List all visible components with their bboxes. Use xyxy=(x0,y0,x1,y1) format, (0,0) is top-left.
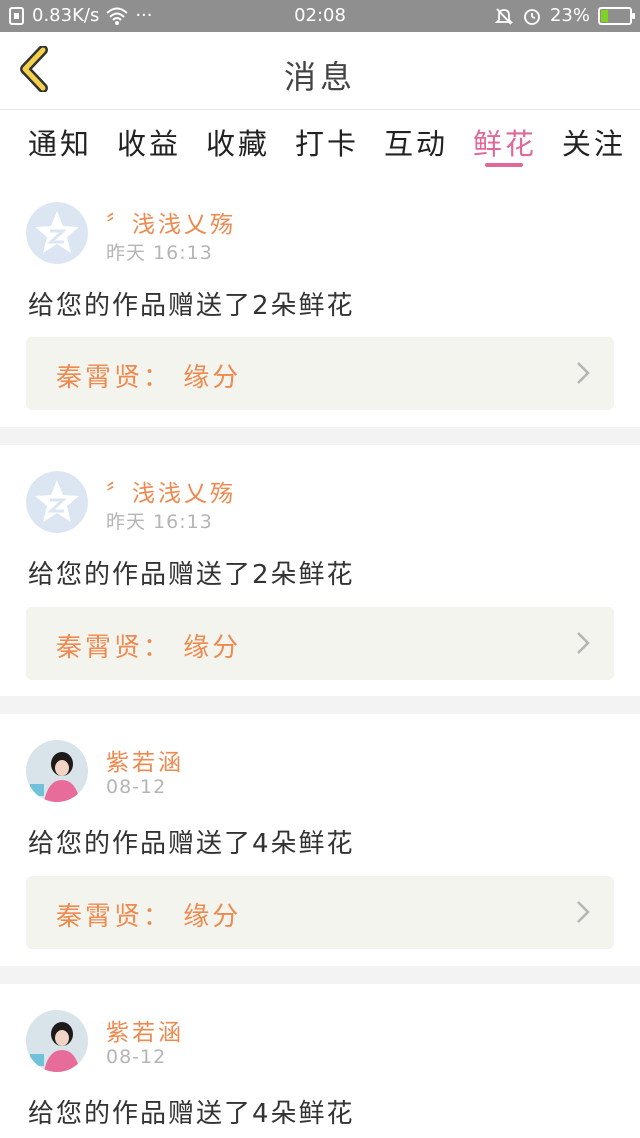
tab-flowers[interactable]: 鲜花 xyxy=(473,111,537,173)
photo-avatar[interactable] xyxy=(26,1010,88,1072)
list-item: 紫若涵 08-12 给您的作品赠送了4朵鲜花 xyxy=(0,984,640,1138)
tab-label: 关注 xyxy=(561,127,626,161)
chevron-right-icon xyxy=(576,631,590,659)
username[interactable]: 〞浅浅乂殇 xyxy=(106,474,236,508)
default-star-avatar[interactable] xyxy=(26,202,88,264)
work-link[interactable]: 秦霄贤： 缘分 xyxy=(26,876,614,949)
work-title: 秦霄贤： 缘分 xyxy=(56,363,242,393)
tab-label: 收益 xyxy=(116,127,181,161)
tab-label: 通知 xyxy=(28,127,93,161)
default-star-avatar[interactable] xyxy=(26,471,88,533)
timestamp: 昨天 16:13 xyxy=(106,511,213,533)
divider xyxy=(0,966,640,984)
username[interactable]: 紫若涵 xyxy=(106,743,184,777)
tab-notifications[interactable]: 通知 xyxy=(28,111,92,173)
timestamp: 08-12 xyxy=(106,1046,167,1068)
battery-percent: 23% xyxy=(549,5,590,26)
header: 消息 xyxy=(0,32,640,110)
list-item: 〞浅浅乂殇 昨天 16:13 给您的作品赠送了2朵鲜花 秦霄贤： 缘分 xyxy=(0,173,640,427)
username[interactable]: 紫若涵 xyxy=(106,1013,184,1047)
work-title: 秦霄贤： 缘分 xyxy=(56,633,242,663)
timestamp: 08-12 xyxy=(106,776,167,798)
page-title: 消息 xyxy=(283,58,356,96)
chevron-right-icon xyxy=(576,900,590,928)
mute-icon xyxy=(494,6,514,26)
photo-avatar[interactable] xyxy=(26,740,88,802)
list-item: 〞浅浅乂殇 昨天 16:13 给您的作品赠送了2朵鲜花 秦霄贤： 缘分 xyxy=(0,445,640,696)
tab-label: 收藏 xyxy=(205,127,270,161)
battery-icon xyxy=(598,6,635,25)
tab-label: 打卡 xyxy=(294,127,359,161)
message-text: 给您的作品赠送了2朵鲜花 xyxy=(28,560,355,590)
tab-earnings[interactable]: 收益 xyxy=(117,111,181,173)
tab-favorites[interactable]: 收藏 xyxy=(206,111,270,173)
status-right: 23% xyxy=(494,5,635,26)
work-link[interactable]: 秦霄贤： 缘分 xyxy=(26,337,614,410)
alarm-icon xyxy=(522,6,542,26)
chevron-right-icon xyxy=(576,361,590,389)
timestamp: 昨天 16:13 xyxy=(106,242,213,264)
tab-bar: 通知 收益 收藏 打卡 互动 鲜花 关注 xyxy=(0,111,640,173)
divider xyxy=(0,696,640,714)
message-text: 给您的作品赠送了4朵鲜花 xyxy=(28,829,355,859)
tab-checkin[interactable]: 打卡 xyxy=(295,111,359,173)
username[interactable]: 〞浅浅乂殇 xyxy=(106,205,236,239)
tab-label: 互动 xyxy=(383,127,448,161)
tab-following[interactable]: 关注 xyxy=(562,111,626,173)
work-link[interactable]: 秦霄贤： 缘分 xyxy=(26,607,614,680)
divider xyxy=(0,427,640,445)
active-tab-indicator xyxy=(484,163,523,167)
work-title: 秦霄贤： 缘分 xyxy=(56,902,242,932)
message-text: 给您的作品赠送了4朵鲜花 xyxy=(28,1099,355,1129)
list-item: 紫若涵 08-12 给您的作品赠送了4朵鲜花 秦霄贤： 缘分 xyxy=(0,714,640,966)
status-bar: 0.83K/s ··· 02:08 23% xyxy=(0,0,640,32)
tab-label: 鲜花 xyxy=(472,127,537,161)
message-text: 给您的作品赠送了2朵鲜花 xyxy=(28,291,355,321)
tab-interactions[interactable]: 互动 xyxy=(384,111,448,173)
